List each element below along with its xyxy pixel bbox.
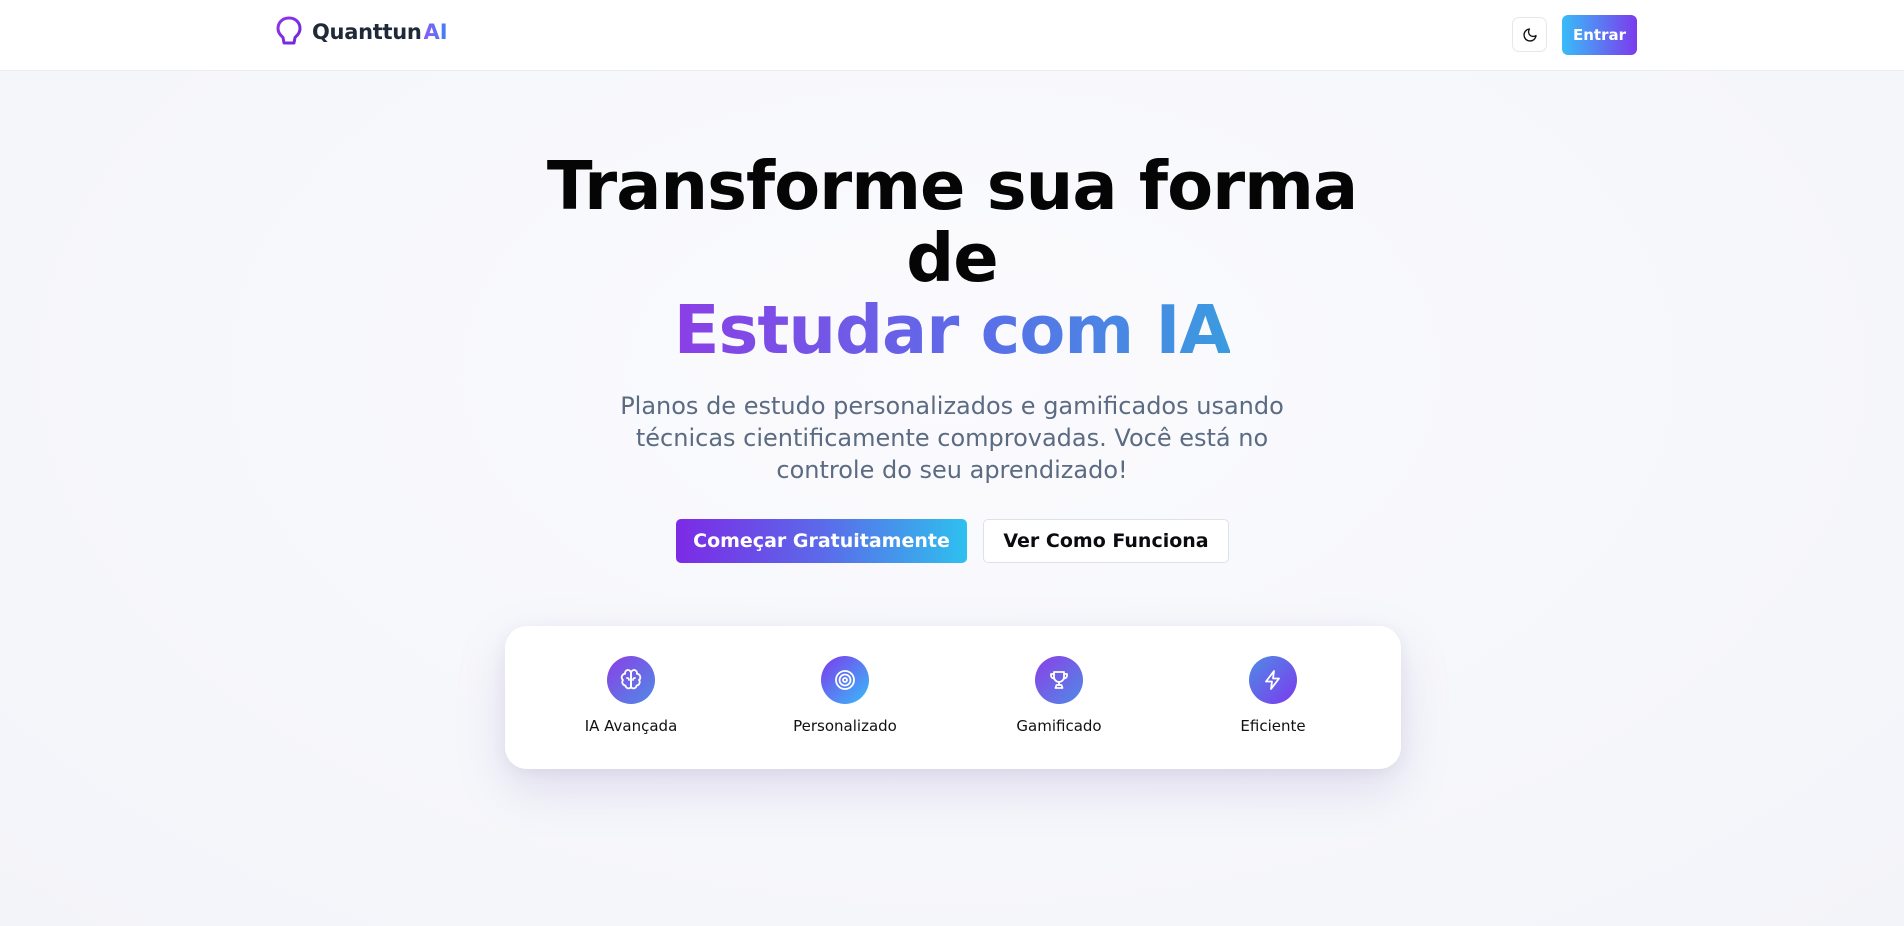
target-icon bbox=[821, 656, 869, 704]
trophy-icon bbox=[1035, 656, 1083, 704]
feature-label: Eficiente bbox=[1240, 717, 1306, 735]
start-free-button[interactable]: Começar Gratuitamente bbox=[676, 519, 967, 563]
brand-suffix: AI bbox=[423, 20, 448, 44]
feature-label: IA Avançada bbox=[584, 717, 678, 735]
feature-ia-avancada: IA Avançada bbox=[531, 656, 731, 735]
moon-icon bbox=[1522, 27, 1537, 42]
lightbulb-icon bbox=[276, 16, 302, 48]
landing-page: Quanttun AI Entrar Transforme sua forma … bbox=[0, 0, 1904, 926]
hero-title-highlight: Estudar com IA bbox=[673, 291, 1232, 369]
how-it-works-button[interactable]: Ver Como Funciona bbox=[983, 519, 1229, 563]
feature-label: Personalizado bbox=[793, 717, 897, 735]
login-button[interactable]: Entrar bbox=[1562, 15, 1637, 55]
hero-title-line-2: de bbox=[906, 219, 998, 297]
feature-label: Gamificado bbox=[1016, 717, 1102, 735]
feature-gamificado: Gamificado bbox=[959, 656, 1159, 735]
hero-title: Transforme sua forma de Estudar com IA bbox=[452, 150, 1452, 366]
top-nav: Quanttun AI Entrar bbox=[0, 0, 1904, 71]
feature-eficiente: Eficiente bbox=[1173, 656, 1373, 735]
brand-logo[interactable]: Quanttun AI bbox=[274, 14, 448, 50]
lightning-icon bbox=[1249, 656, 1297, 704]
hero-title-line-1: Transforme sua forma bbox=[546, 147, 1358, 225]
features-card: IA Avançada Personalizado Gamificado Efi… bbox=[505, 626, 1401, 769]
hero-subtitle: Planos de estudo personalizados e gamifi… bbox=[620, 392, 1284, 484]
brain-icon bbox=[607, 656, 655, 704]
brand-name: Quanttun bbox=[312, 20, 422, 44]
theme-toggle-button[interactable] bbox=[1512, 17, 1547, 52]
feature-personalizado: Personalizado bbox=[745, 656, 945, 735]
